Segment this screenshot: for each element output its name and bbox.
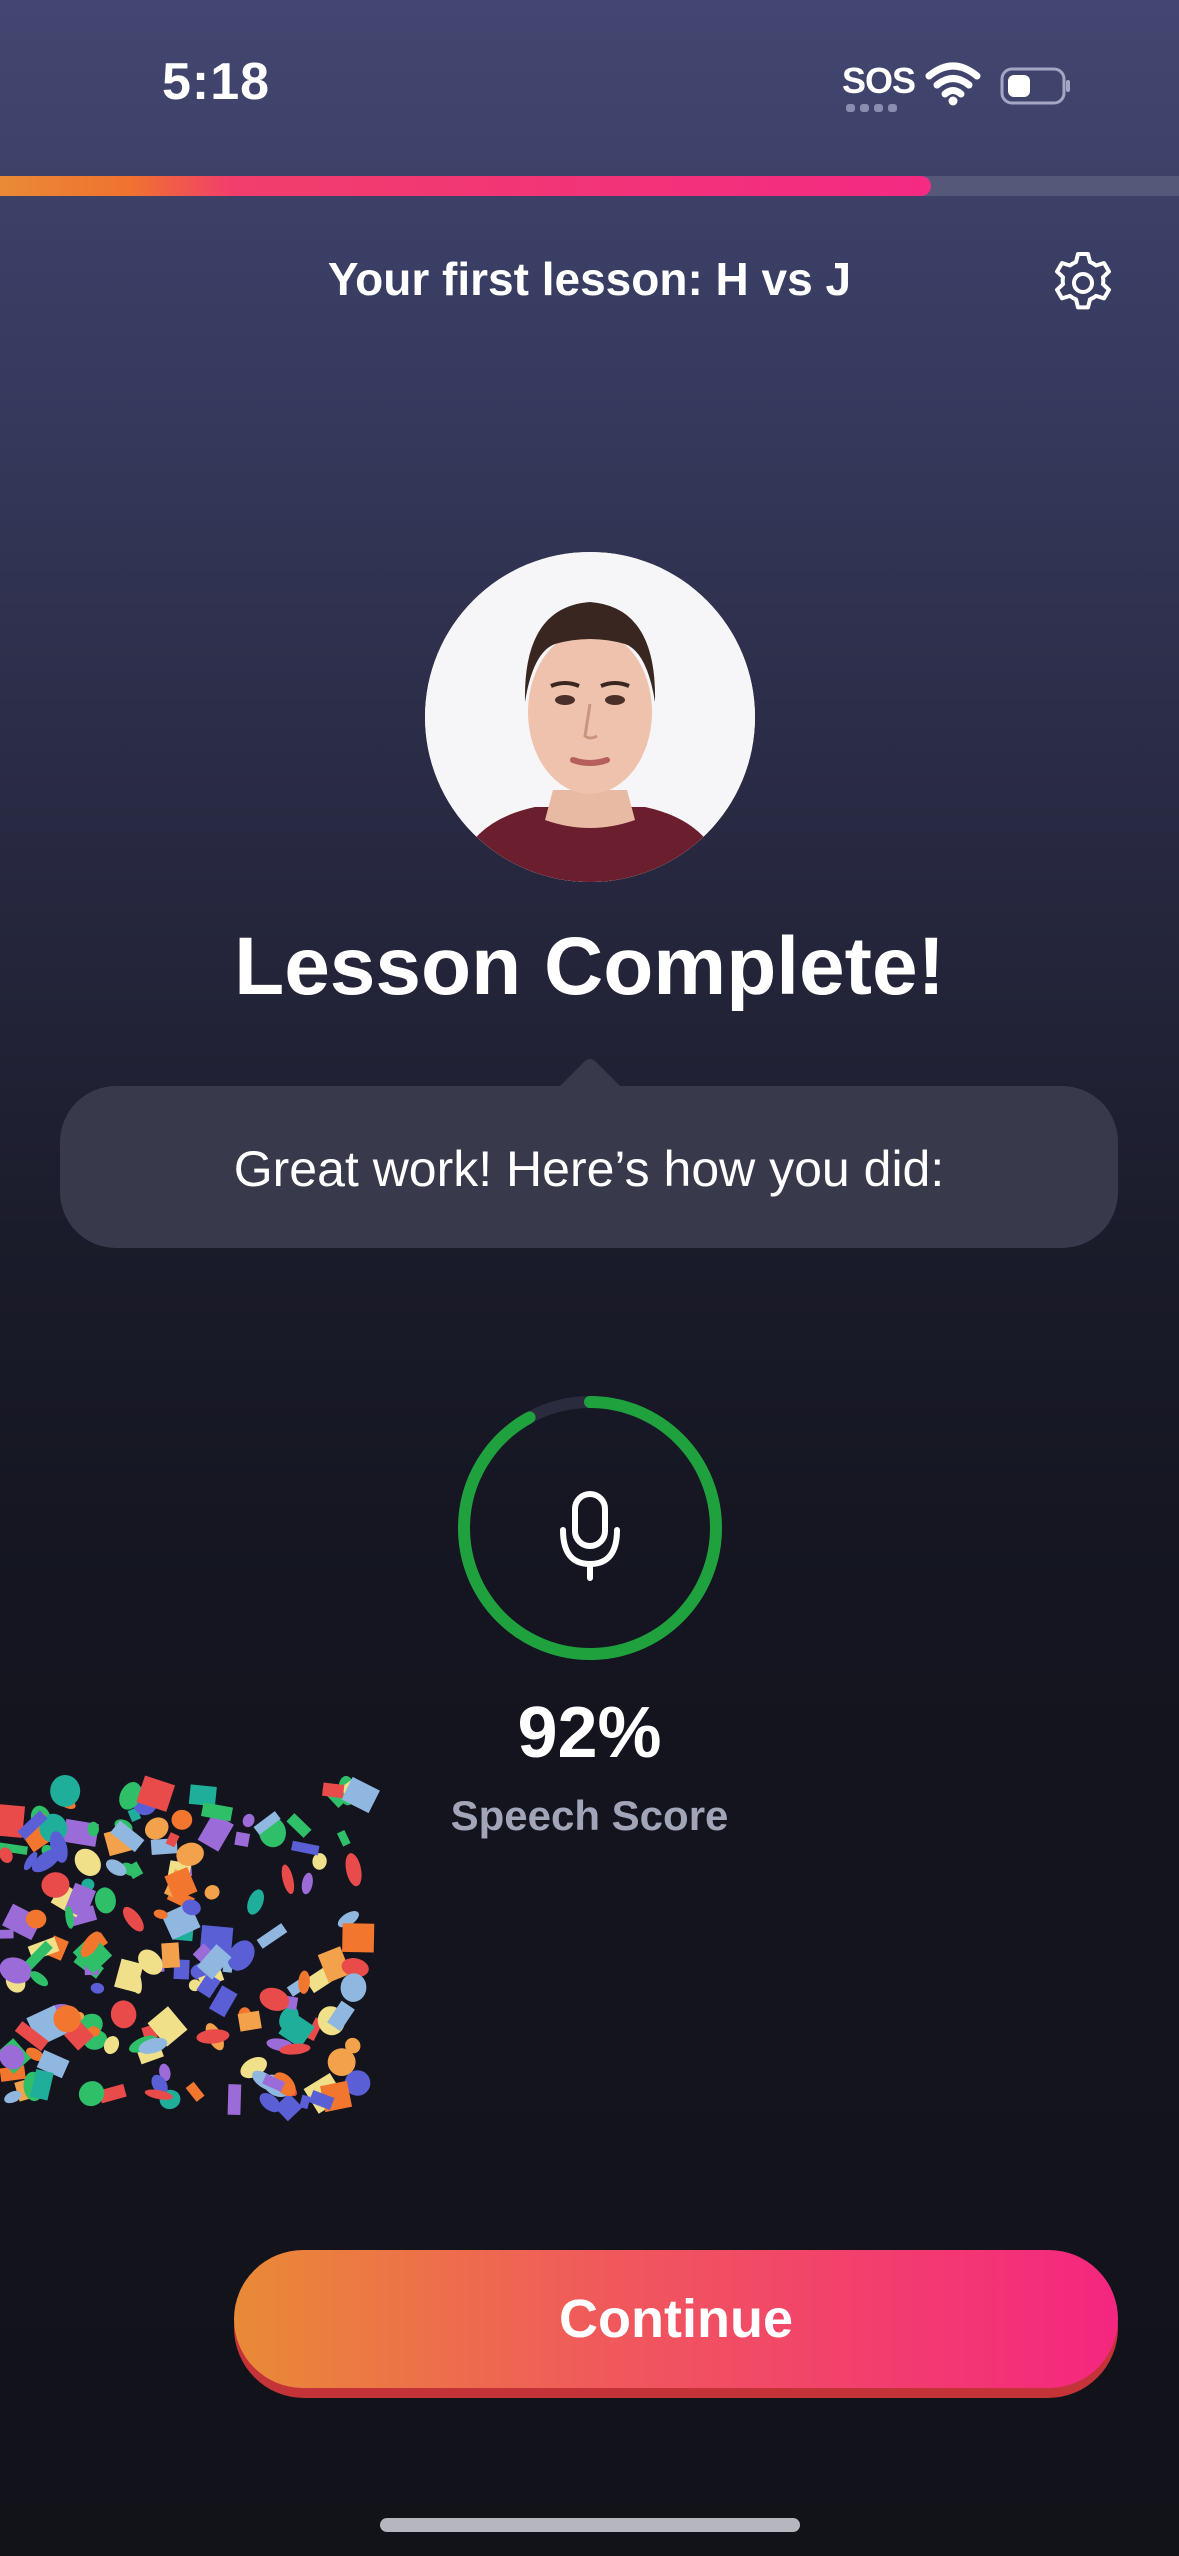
tutor-avatar [425, 552, 755, 882]
confetti-piece [200, 1802, 233, 1822]
confetti-piece [281, 1864, 295, 1895]
feedback-text: Great work! Here’s how you did: [233, 1141, 945, 1197]
confetti-piece [286, 1813, 312, 1838]
confetti-piece [340, 1973, 367, 2002]
confetti-piece [342, 1923, 375, 1953]
status-time: 5:18 [162, 53, 271, 111]
confetti-piece [95, 1887, 116, 1914]
bubble-pointer [556, 1059, 624, 1090]
speech-score-ring [458, 1396, 722, 1660]
speech-score-arc [458, 1396, 722, 1660]
confetti-piece [74, 1848, 101, 1876]
sos-signal-dots [846, 104, 906, 114]
confetti-piece [78, 2081, 105, 2107]
confetti-piece [256, 1923, 288, 1949]
confetti-piece [345, 1853, 362, 1887]
confetti-piece [336, 1829, 351, 1847]
lesson-complete-title: Lesson Complete! [234, 921, 945, 1012]
confetti-piece [188, 1784, 217, 1807]
microphone-icon [560, 1491, 620, 1581]
battery-icon [1000, 67, 1070, 105]
confetti-piece [237, 2010, 262, 2032]
confetti-piece [291, 1840, 320, 1856]
lesson-progress-fill [0, 176, 932, 196]
confetti-piece [234, 1831, 251, 1848]
speech-score-value: 92% [517, 1693, 662, 1773]
confetti-piece [196, 2029, 230, 2044]
confetti-piece [247, 1889, 264, 1915]
confetti-decoration [0, 1775, 380, 2122]
continue-button[interactable]: Continue [234, 2250, 1118, 2388]
confetti-piece [204, 1885, 220, 1900]
confetti-piece [185, 2081, 205, 2102]
confetti-piece [90, 1982, 105, 1994]
confetti-piece [110, 2000, 137, 2029]
tutor-portrait [425, 552, 755, 882]
lesson-progress-bar [0, 176, 1179, 196]
confetti-piece [50, 1775, 81, 1807]
gear-icon[interactable] [1050, 250, 1116, 316]
confetti-piece [242, 1813, 255, 1828]
confetti-piece [0, 1929, 14, 1939]
confetti-piece [312, 1853, 327, 1870]
confetti-piece [227, 2084, 242, 2115]
confetti-piece [321, 1782, 345, 1799]
confetti-piece [105, 1859, 127, 1876]
confetti-piece [171, 1809, 193, 1830]
home-indicator[interactable] [380, 2518, 800, 2532]
confetti-piece [161, 1942, 181, 1969]
wifi-icon [925, 62, 981, 106]
confetti-piece [301, 1872, 313, 1895]
confetti-piece [299, 2094, 311, 2110]
lesson-header-title: Your first lesson: H vs J [327, 253, 852, 305]
confetti-piece [122, 1906, 144, 1932]
feedback-bubble: Great work! Here’s how you did: [60, 1086, 1118, 1248]
sos-indicator: SOS [842, 60, 916, 101]
